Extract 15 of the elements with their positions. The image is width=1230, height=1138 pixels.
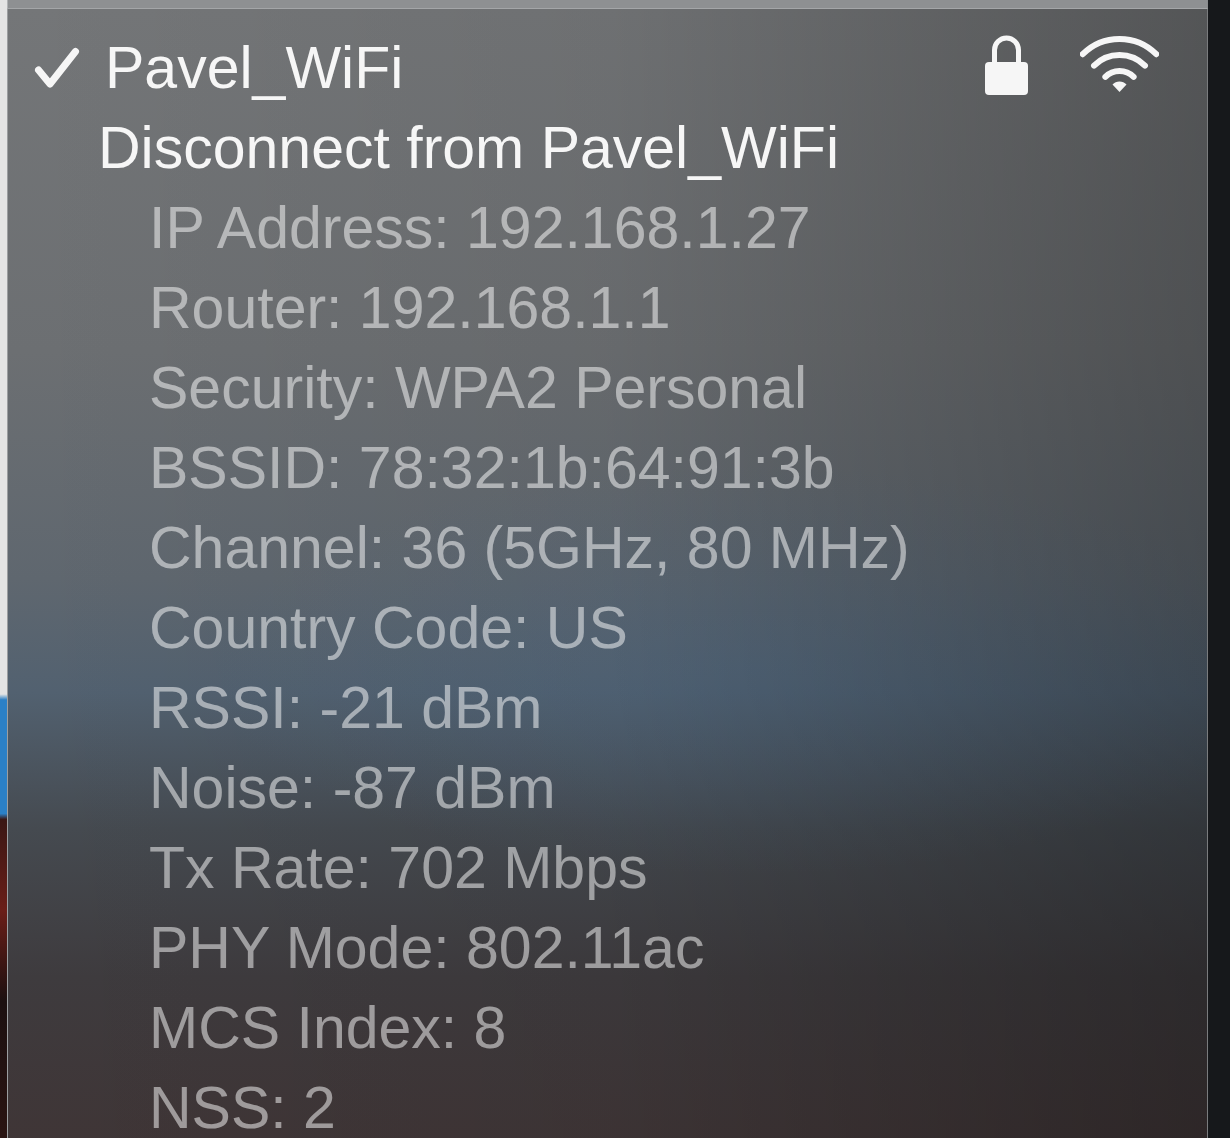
network-detail: Router: 192.168.1.1 [149,278,671,338]
network-detail: Channel: 36 (5GHz, 80 MHz) [149,518,910,578]
network-name[interactable]: Pavel_WiFi [105,38,404,98]
network-detail: Security: WPA2 Personal [149,358,807,418]
network-detail: IP Address: 192.168.1.27 [149,198,811,258]
disconnect-item[interactable]: Disconnect from Pavel_WiFi [98,118,839,178]
network-detail: MCS Index: 8 [149,998,507,1058]
network-detail: Noise: -87 dBm [149,758,556,818]
network-detail: PHY Mode: 802.11ac [149,918,705,978]
network-detail: Country Code: US [149,598,628,658]
network-detail: NSS: 2 [149,1078,336,1138]
network-detail: BSSID: 78:32:1b:64:91:3b [149,438,835,498]
network-detail: RSSI: -21 dBm [149,678,543,738]
network-detail: Tx Rate: 702 Mbps [149,838,648,898]
wifi-icon [1080,36,1159,92]
